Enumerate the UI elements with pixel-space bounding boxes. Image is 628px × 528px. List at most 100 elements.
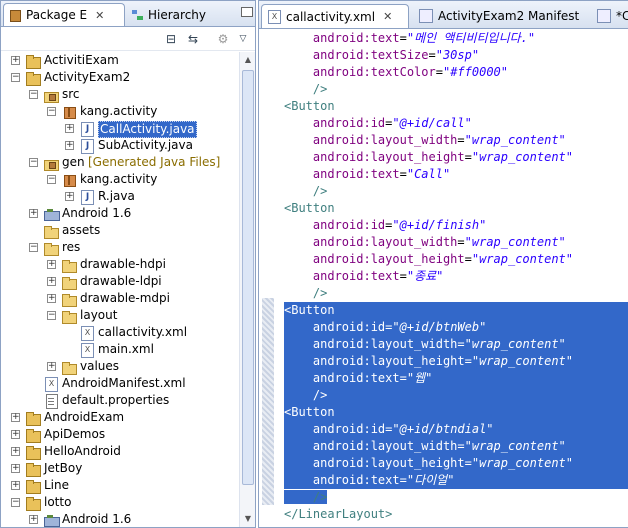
- expand-icon[interactable]: +: [47, 362, 56, 371]
- code-line[interactable]: android:layout_width="wrap_content": [284, 132, 628, 149]
- scroll-up-icon[interactable]: ▲: [243, 55, 253, 65]
- tree-item[interactable]: + Android 1.6: [1, 511, 239, 527]
- tree-item[interactable]: − ActivityExam2: [1, 69, 239, 86]
- scrollbar-thumb[interactable]: [242, 70, 254, 485]
- collapse-icon[interactable]: −: [29, 243, 38, 252]
- tree-item[interactable]: − lotto: [1, 494, 239, 511]
- close-icon[interactable]: ✕: [95, 9, 104, 22]
- collapse-icon[interactable]: −: [29, 90, 38, 99]
- expand-icon[interactable]: +: [11, 464, 20, 473]
- code-area[interactable]: android:text="메인 액티비티입니다." android:textS…: [284, 30, 628, 523]
- code-line[interactable]: android:layout_width="wrap_content": [284, 336, 628, 353]
- view-menu-icon[interactable]: ▽: [235, 31, 251, 47]
- tree-item[interactable]: + drawable-mdpi: [1, 290, 239, 307]
- expand-icon[interactable]: +: [47, 260, 56, 269]
- tree-item[interactable]: main.xml: [1, 341, 239, 358]
- expand-icon[interactable]: +: [65, 124, 74, 133]
- tab-manifest[interactable]: ActivityExam2 Manifest: [413, 4, 589, 28]
- tree-item[interactable]: + values: [1, 358, 239, 375]
- code-line[interactable]: android:layout_height="wrap_content": [284, 251, 628, 268]
- collapse-all-icon[interactable]: ⊟: [163, 31, 179, 47]
- tree-item[interactable]: − src: [1, 86, 239, 103]
- tree-item[interactable]: − kang.activity: [1, 103, 239, 120]
- collapse-icon[interactable]: −: [47, 175, 56, 184]
- tab-java-file[interactable]: *Ca: [591, 4, 628, 28]
- tree-item[interactable]: + CallActivity.java: [1, 120, 239, 138]
- tree-item[interactable]: + AndroidExam: [1, 409, 239, 426]
- code-line[interactable]: />: [284, 183, 628, 200]
- link-with-editor-icon[interactable]: ⇆: [185, 31, 201, 47]
- code-line[interactable]: />: [284, 489, 628, 506]
- collapse-icon[interactable]: −: [11, 498, 20, 507]
- code-line[interactable]: android:layout_width="wrap_content": [284, 438, 628, 455]
- close-icon[interactable]: ✕: [383, 10, 392, 23]
- code-line[interactable]: android:text="종료": [284, 268, 628, 285]
- tree-item[interactable]: − gen [Generated Java Files]: [1, 154, 239, 171]
- code-line[interactable]: />: [284, 81, 628, 98]
- code-line[interactable]: <Button: [284, 302, 628, 319]
- tree-item[interactable]: − kang.activity: [1, 171, 239, 188]
- collapse-icon[interactable]: −: [47, 107, 56, 116]
- tree-item[interactable]: + Android 1.6: [1, 205, 239, 222]
- code-line[interactable]: />: [284, 387, 628, 404]
- tree-item[interactable]: + HelloAndroid: [1, 443, 239, 460]
- code-line[interactable]: android:textSize="30sp": [284, 47, 628, 64]
- collapse-icon[interactable]: −: [29, 158, 38, 167]
- expand-icon[interactable]: +: [29, 209, 38, 218]
- code-line[interactable]: android:text="메인 액티비티입니다.": [284, 30, 628, 47]
- code-line[interactable]: android:id="@+id/btndial": [284, 421, 628, 438]
- expand-icon[interactable]: +: [47, 277, 56, 286]
- tree-item[interactable]: AndroidManifest.xml: [1, 375, 239, 392]
- tab-callactivity-xml[interactable]: X callactivity.xml ✕: [261, 4, 409, 28]
- code-line[interactable]: android:text="Call": [284, 166, 628, 183]
- tree-item[interactable]: + drawable-ldpi: [1, 273, 239, 290]
- filter-icon[interactable]: ⚙: [215, 31, 231, 47]
- expand-icon[interactable]: +: [65, 141, 74, 150]
- code-line[interactable]: android:layout_width="wrap_content": [284, 234, 628, 251]
- tab-label: *Ca: [616, 9, 628, 23]
- expand-icon[interactable]: +: [65, 192, 74, 201]
- code-line[interactable]: <Button: [284, 404, 628, 421]
- expand-icon[interactable]: +: [29, 515, 38, 524]
- tree-item[interactable]: − layout: [1, 307, 239, 324]
- expand-icon[interactable]: +: [11, 447, 20, 456]
- tree-item[interactable]: assets: [1, 222, 239, 239]
- expand-icon[interactable]: +: [11, 413, 20, 422]
- code-line[interactable]: <Button: [284, 200, 628, 217]
- tree-item[interactable]: + SubActivity.java: [1, 137, 239, 154]
- expand-icon[interactable]: +: [11, 430, 20, 439]
- code-line[interactable]: android:layout_height="wrap_content": [284, 353, 628, 370]
- tree-scrollbar[interactable]: ▲ ▼: [239, 52, 255, 527]
- code-line[interactable]: android:id="@+id/btnWeb": [284, 319, 628, 336]
- tree-item[interactable]: − res: [1, 239, 239, 256]
- code-line[interactable]: android:text="다이얼": [284, 472, 628, 489]
- tree-item[interactable]: + ActivitiExam: [1, 52, 239, 69]
- code-line[interactable]: android:text="웹": [284, 370, 628, 387]
- tab-hierarchy[interactable]: Hierarchy: [127, 3, 237, 26]
- code-line[interactable]: <Button: [284, 98, 628, 115]
- tree-item[interactable]: default.properties: [1, 392, 239, 409]
- tree-item[interactable]: callactivity.xml: [1, 324, 239, 341]
- code-line[interactable]: android:layout_height="wrap_content": [284, 149, 628, 166]
- minimize-icon[interactable]: [241, 7, 253, 17]
- collapse-icon[interactable]: −: [11, 73, 20, 82]
- xml-equals: =: [435, 65, 443, 79]
- tab-package-explorer[interactable]: Package E ✕: [3, 3, 125, 26]
- code-line[interactable]: android:layout_height="wrap_content": [284, 455, 628, 472]
- code-line[interactable]: android:textColor="#ff0000": [284, 64, 628, 81]
- expand-icon[interactable]: +: [11, 481, 20, 490]
- tree-item[interactable]: + Line: [1, 477, 239, 494]
- expand-icon[interactable]: +: [47, 294, 56, 303]
- xml-source-editor[interactable]: android:text="메인 액티비티입니다." android:textS…: [259, 30, 628, 527]
- collapse-icon[interactable]: −: [47, 311, 56, 320]
- tree-item[interactable]: + R.java: [1, 188, 239, 205]
- expand-icon[interactable]: +: [11, 56, 20, 65]
- tree-item[interactable]: + ApiDemos: [1, 426, 239, 443]
- code-line[interactable]: />: [284, 285, 628, 302]
- code-line[interactable]: </LinearLayout>: [284, 506, 628, 523]
- code-line[interactable]: android:id="@+id/call": [284, 115, 628, 132]
- scroll-down-icon[interactable]: ▼: [243, 514, 253, 524]
- code-line[interactable]: android:id="@+id/finish": [284, 217, 628, 234]
- tree-item[interactable]: + drawable-hdpi: [1, 256, 239, 273]
- tree-item[interactable]: + JetBoy: [1, 460, 239, 477]
